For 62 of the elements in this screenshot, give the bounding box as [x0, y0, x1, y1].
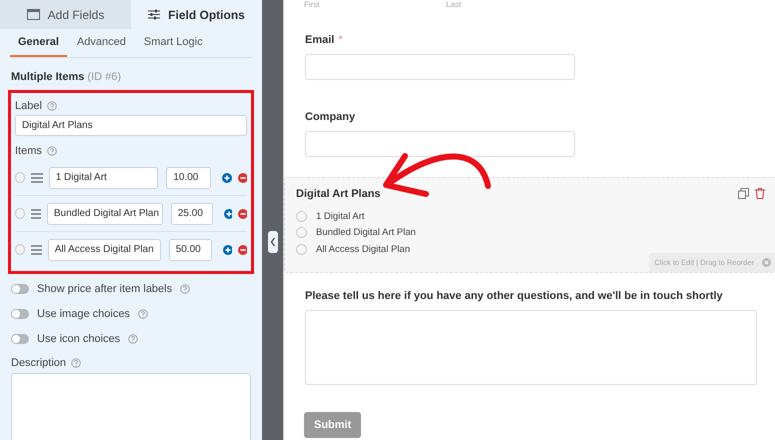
option-label: 1 Digital Art: [316, 210, 365, 222]
field-label: Company: [305, 111, 356, 124]
field-label: Digital Art Plans: [296, 188, 381, 201]
name-sublabel: Last: [446, 0, 462, 9]
sliders-icon: [148, 9, 160, 20]
layout-icon: [26, 9, 40, 20]
add-icon[interactable]: [222, 172, 232, 182]
default-radio[interactable]: [15, 244, 26, 255]
help-icon[interactable]: [71, 358, 82, 368]
required-mark: *: [338, 34, 343, 47]
add-icon[interactable]: [223, 244, 232, 254]
duplicate-icon[interactable]: [738, 188, 749, 199]
drag-handle-icon[interactable]: [31, 244, 42, 254]
toggle-label: Use image choices: [37, 308, 130, 320]
settings-tab[interactable]: General: [10, 29, 67, 57]
toggle-switch[interactable]: [11, 308, 29, 318]
settings-tab[interactable]: Advanced: [68, 29, 134, 57]
label-input[interactable]: Digital Art Plans: [15, 115, 247, 136]
items-caption: Items: [15, 145, 42, 157]
option-label: Bundled Digital Art Plan: [316, 227, 416, 238]
default-radio[interactable]: [15, 208, 25, 219]
message-textarea[interactable]: [305, 310, 757, 384]
field-heading: Multiple Items (ID #6): [11, 71, 122, 83]
toggle-switch[interactable]: [11, 334, 29, 344]
add-icon[interactable]: [224, 208, 232, 218]
help-icon[interactable]: [138, 308, 148, 318]
text-input[interactable]: [305, 131, 575, 157]
item-name-input[interactable]: 1 Digital Art: [48, 166, 158, 188]
help-icon[interactable]: [46, 101, 57, 111]
collapse-chevron-icon[interactable]: [268, 231, 278, 253]
toggle-label: Show price after item labels: [37, 282, 172, 294]
trash-icon[interactable]: [755, 188, 765, 199]
item-price-input[interactable]: 50.00: [168, 238, 212, 260]
option-radio[interactable]: [296, 244, 307, 255]
close-icon[interactable]: [762, 258, 771, 266]
toggle-label: Use icon choices: [37, 332, 120, 344]
option-radio[interactable]: [296, 227, 307, 238]
default-radio[interactable]: [15, 172, 26, 183]
remove-icon[interactable]: [238, 244, 247, 254]
item-price-input[interactable]: 25.00: [170, 202, 213, 224]
help-icon[interactable]: [128, 334, 138, 344]
field-label: Email: [305, 34, 334, 47]
panel-tab[interactable]: Add Fields: [0, 0, 131, 29]
remove-icon[interactable]: [238, 208, 247, 218]
help-icon[interactable]: [180, 284, 190, 294]
toggle-switch[interactable]: [11, 284, 29, 294]
text-input[interactable]: [305, 54, 575, 80]
help-icon[interactable]: [46, 146, 57, 156]
settings-tab[interactable]: Smart Logic: [136, 29, 211, 57]
name-sublabel: First: [304, 0, 321, 9]
drag-handle-icon[interactable]: [30, 208, 41, 218]
option-label: All Access Digital Plan: [316, 244, 410, 255]
description-textarea[interactable]: [11, 373, 251, 440]
remove-icon[interactable]: [238, 172, 247, 182]
item-name-input[interactable]: All Access Digital Plan: [48, 238, 161, 260]
drag-handle-icon[interactable]: [31, 172, 43, 182]
option-radio[interactable]: [296, 210, 307, 222]
item-name-input[interactable]: Bundled Digital Art Plan: [46, 202, 163, 224]
item-price-input[interactable]: 10.00: [166, 166, 212, 188]
description-caption: Description: [11, 357, 66, 369]
label-caption: Label: [15, 100, 42, 112]
field-label: Please tell us here if you have any other questions, and we'll be in touch shortly: [305, 290, 723, 302]
